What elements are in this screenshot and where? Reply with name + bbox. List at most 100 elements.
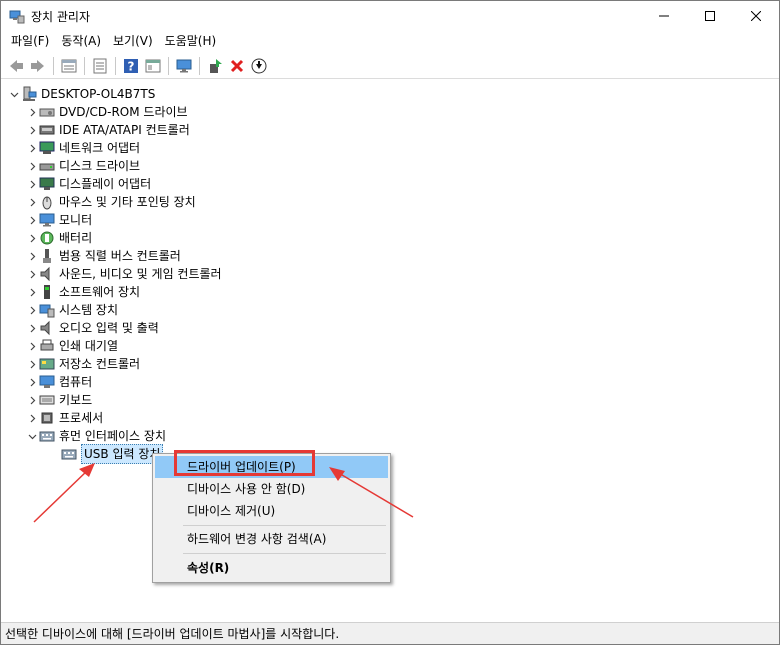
menu-item-uninstall-device[interactable]: 디바이스 제거(U)	[155, 500, 388, 522]
tree-item[interactable]: 프로세서	[25, 409, 103, 427]
computer-icon	[39, 374, 55, 390]
tree-item-label: IDE ATA/ATAPI 컨트롤러	[59, 123, 190, 137]
toolbar-divider	[53, 56, 54, 75]
chevron-right-icon[interactable]	[25, 319, 39, 337]
menu-view[interactable]: 보기(V)	[107, 31, 159, 51]
chevron-down-icon[interactable]	[7, 85, 21, 103]
menu-item-properties[interactable]: 속성(R)	[155, 557, 388, 579]
menu-separator	[183, 525, 386, 526]
chevron-right-icon[interactable]	[25, 139, 39, 157]
tree-item[interactable]: 컴퓨터	[25, 373, 92, 391]
toolbar-divider	[115, 56, 116, 75]
tree-item[interactable]: 키보드	[25, 391, 92, 409]
battery-icon	[39, 230, 55, 246]
chevron-right-icon[interactable]	[25, 157, 39, 175]
svg-text:?: ?	[128, 59, 135, 73]
tree-item-hid[interactable]: 휴먼 인터페이스 장치	[25, 427, 166, 445]
help-icon[interactable]: ?	[120, 55, 142, 77]
chevron-right-icon[interactable]	[25, 391, 39, 409]
sound-icon	[39, 266, 55, 282]
menu-help[interactable]: 도움말(H)	[159, 31, 223, 51]
tree-item[interactable]: 모니터	[25, 211, 92, 229]
tree-item-usb-input-device[interactable]: USB 입력 장치	[61, 444, 164, 464]
chevron-right-icon[interactable]	[25, 409, 39, 427]
menu-file[interactable]: 파일(F)	[5, 31, 55, 51]
tree-item-label: 사운드, 비디오 및 게임 컨트롤러	[59, 267, 222, 281]
tree-item[interactable]: 디스플레이 어댑터	[25, 175, 151, 193]
tree-item[interactable]: 배터리	[25, 229, 92, 247]
tree-item[interactable]: 사운드, 비디오 및 게임 컨트롤러	[25, 265, 222, 283]
tree-item-label: 인쇄 대기열	[59, 339, 119, 353]
uninstall-x-icon[interactable]	[226, 55, 248, 77]
resource-view-icon[interactable]	[142, 55, 164, 77]
menu-item-disable-device[interactable]: 디바이스 사용 안 함(D)	[155, 478, 388, 500]
tree-item-label: 배터리	[59, 231, 93, 245]
tree-item-label: 마우스 및 기타 포인팅 장치	[59, 195, 196, 209]
tree-item[interactable]: 소프트웨어 장치	[25, 283, 140, 301]
chevron-right-icon[interactable]	[25, 121, 39, 139]
tree-root[interactable]: DESKTOP-OL4B7TS	[7, 85, 155, 103]
tree-item[interactable]: 오디오 입력 및 출력	[25, 319, 159, 337]
chevron-down-icon[interactable]	[25, 427, 39, 445]
tree-item[interactable]: DVD/CD-ROM 드라이브	[25, 103, 188, 121]
disk-drive-icon	[39, 158, 55, 174]
computer-icon	[21, 86, 37, 102]
tree-item-label: 저장소 컨트롤러	[59, 357, 141, 371]
tree-item-label: 네트워크 어댑터	[59, 141, 141, 155]
chevron-right-icon[interactable]	[25, 229, 39, 247]
mouse-icon	[39, 194, 55, 210]
tree-item[interactable]: IDE ATA/ATAPI 컨트롤러	[25, 121, 190, 139]
tree-item-label: DVD/CD-ROM 드라이브	[59, 105, 188, 119]
status-text: 선택한 디바이스에 대해 [드라이버 업데이트 마법사]를 시작합니다.	[5, 627, 340, 641]
chevron-right-icon[interactable]	[25, 175, 39, 193]
tree-item[interactable]: 저장소 컨트롤러	[25, 355, 140, 373]
chevron-right-icon[interactable]	[25, 373, 39, 391]
chevron-right-icon[interactable]	[25, 337, 39, 355]
menu-action[interactable]: 동작(A)	[55, 31, 107, 51]
add-driver-icon[interactable]	[204, 55, 226, 77]
tree-root-label: DESKTOP-OL4B7TS	[41, 87, 156, 101]
minimize-button[interactable]	[641, 1, 687, 31]
monitor-scan-icon[interactable]	[173, 55, 195, 77]
tree-item-label: 범용 직렬 버스 컨트롤러	[59, 249, 181, 263]
chevron-right-icon[interactable]	[25, 265, 39, 283]
back-arrow-icon[interactable]	[5, 55, 27, 77]
maximize-button[interactable]	[687, 1, 733, 31]
tree-item-label: 오디오 입력 및 출력	[59, 321, 159, 335]
keyboard-icon	[39, 392, 55, 408]
tree-item-label: 프로세서	[59, 411, 104, 425]
list-view-icon[interactable]	[89, 55, 111, 77]
tree-item[interactable]: 시스템 장치	[25, 301, 118, 319]
tree-item[interactable]: 인쇄 대기열	[25, 337, 118, 355]
close-button[interactable]	[733, 1, 779, 31]
print-queue-icon	[39, 338, 55, 354]
tree-item[interactable]: 디스크 드라이브	[25, 157, 140, 175]
system-device-icon	[39, 302, 55, 318]
storage-controller-icon	[39, 356, 55, 372]
menu-bar: 파일(F) 동작(A) 보기(V) 도움말(H)	[1, 31, 779, 51]
properties-icon[interactable]	[58, 55, 80, 77]
chevron-right-icon[interactable]	[25, 247, 39, 265]
chevron-right-icon[interactable]	[25, 355, 39, 373]
tree-item[interactable]: 네트워크 어댑터	[25, 139, 140, 157]
chevron-right-icon[interactable]	[25, 193, 39, 211]
hid-device-icon	[39, 428, 55, 444]
tree-item-label: 키보드	[59, 393, 93, 407]
tree-item[interactable]: 범용 직렬 버스 컨트롤러	[25, 247, 181, 265]
chevron-right-icon[interactable]	[25, 283, 39, 301]
forward-arrow-icon[interactable]	[27, 55, 49, 77]
tree-item-label: 디스크 드라이브	[59, 159, 141, 173]
chevron-right-icon[interactable]	[25, 301, 39, 319]
menu-item-scan-hardware[interactable]: 하드웨어 변경 사항 검색(A)	[155, 528, 388, 550]
hid-device-icon	[61, 446, 77, 462]
tree-item-label: 디스플레이 어댑터	[59, 177, 152, 191]
tree-item-label: 소프트웨어 장치	[59, 285, 141, 299]
toolbar: ?	[1, 53, 779, 79]
processor-icon	[39, 410, 55, 426]
tree-item-label: 휴먼 인터페이스 장치	[59, 429, 166, 443]
download-arrow-icon[interactable]	[248, 55, 270, 77]
usb-controller-icon	[39, 248, 55, 264]
chevron-right-icon[interactable]	[25, 211, 39, 229]
chevron-right-icon[interactable]	[25, 103, 39, 121]
tree-item[interactable]: 마우스 및 기타 포인팅 장치	[25, 193, 196, 211]
